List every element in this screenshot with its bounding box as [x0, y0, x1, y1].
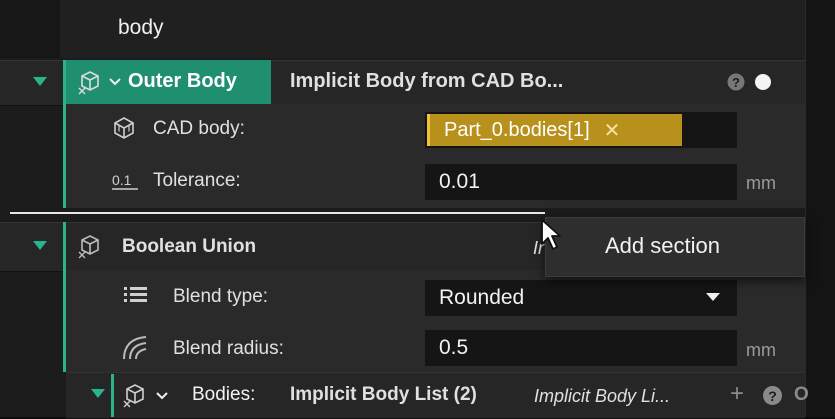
help-icon[interactable]: ? [727, 73, 745, 91]
bodies-list-name[interactable]: Implicit Body List (2) [290, 384, 477, 406]
help-icon[interactable]: ? [763, 386, 782, 405]
parent-row [60, 0, 805, 58]
remove-tag-icon[interactable]: ✕ [604, 118, 621, 143]
tolerance-value: 0.01 [439, 170, 480, 193]
parent-row-label: body [118, 16, 164, 39]
cad-body-icon [114, 117, 134, 139]
tolerance-input[interactable]: 0.01 [425, 164, 737, 200]
implicit-body-icon [78, 71, 99, 95]
bodies-accent-bar [111, 374, 114, 417]
dropdown-arrow-icon[interactable] [705, 292, 721, 302]
collapse-triangle-icon[interactable] [33, 241, 47, 250]
outer-body-type[interactable]: Implicit Body from CAD Bo... [290, 70, 563, 93]
cad-body-label: CAD body: [153, 118, 245, 139]
blend-type-select[interactable]: Rounded [425, 280, 737, 316]
outer-body-name[interactable]: Outer Body [128, 70, 237, 93]
list-icon [124, 287, 147, 302]
right-scroll-strip[interactable] [805, 0, 835, 417]
tolerance-label: Tolerance: [153, 170, 241, 191]
add-section-menu-item[interactable]: Add section [605, 233, 720, 259]
collapse-triangle-icon[interactable] [33, 77, 47, 86]
mouse-cursor-icon [541, 219, 561, 250]
boolean-union-icon [78, 235, 99, 259]
implicit-body-list-icon [123, 384, 144, 408]
cad-body-value: Part_0.bodies[1] [444, 118, 590, 141]
tolerance-unit: mm [746, 173, 776, 193]
blend-radius-unit: mm [746, 340, 776, 360]
blend-type-value: Rounded [439, 286, 525, 309]
boolean-union-name[interactable]: Boolean Union [122, 236, 256, 258]
chevron-down-icon[interactable] [155, 390, 169, 402]
chevron-down-icon[interactable] [108, 76, 122, 88]
collapse-triangle-icon[interactable] [91, 389, 105, 398]
cad-body-tag[interactable]: Part_0.bodies[1] ✕ [427, 114, 682, 146]
blend-type-label: Blend type: [173, 286, 269, 307]
tolerance-icon: 0.1 [112, 172, 138, 190]
status-dot-icon [755, 74, 771, 90]
svg-text:0.1: 0.1 [112, 172, 132, 188]
status-icon: O [794, 384, 809, 405]
svg-text:?: ? [732, 75, 740, 90]
bodies-label: Bodies: [192, 384, 256, 405]
left-gutter [0, 0, 60, 58]
blend-radius-label: Blend radius: [173, 338, 284, 359]
blend-radius-value: 0.5 [439, 336, 469, 359]
drop-indicator-line [10, 212, 545, 214]
bodies-list-type[interactable]: Implicit Body Li... [534, 386, 670, 407]
blend-radius-icon [123, 336, 147, 360]
add-icon[interactable]: + [730, 380, 744, 408]
blend-radius-input[interactable]: 0.5 [425, 330, 737, 366]
